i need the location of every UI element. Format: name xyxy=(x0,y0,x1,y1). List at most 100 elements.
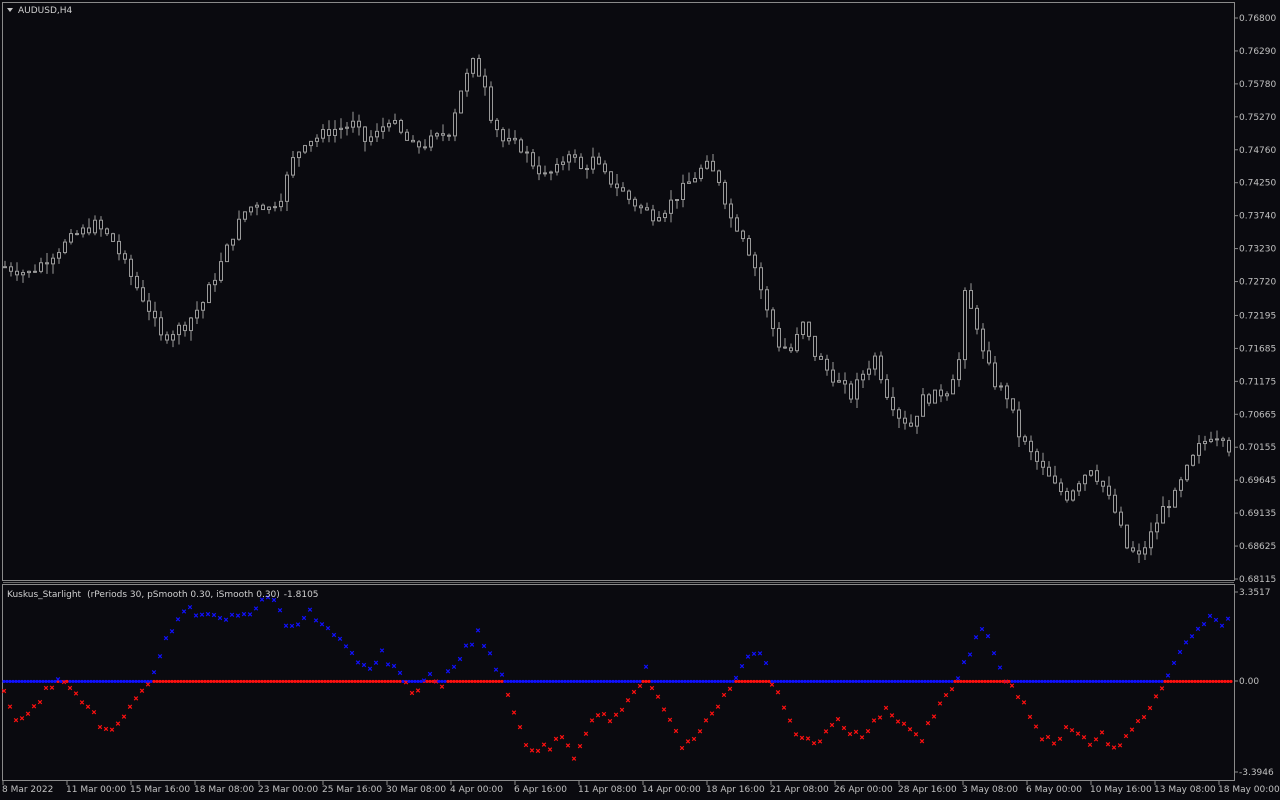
candle-body xyxy=(765,289,769,311)
indicator-zero-dot xyxy=(1013,679,1017,684)
candle-body xyxy=(219,261,223,281)
indicator-zero-dot xyxy=(884,679,888,684)
indicator-zero-dot xyxy=(89,679,93,684)
candle-body xyxy=(675,199,679,202)
time-axis-label: 28 Apr 16:00 xyxy=(898,785,957,795)
indicator-zero-dot xyxy=(596,679,600,684)
indicator-zero-dot xyxy=(1100,679,1104,684)
indicator-zero-dot xyxy=(914,679,918,684)
indicator-zero-dot xyxy=(458,679,462,684)
indicator-zero-dot xyxy=(359,679,363,684)
candle-body xyxy=(177,324,181,336)
indicator-zero-dot xyxy=(533,679,537,684)
indicator-zero-dot xyxy=(167,679,171,684)
indicator-zero-dot xyxy=(1136,679,1140,684)
indicator-zero-dot xyxy=(266,679,270,684)
time-axis-label: 10 May 16:00 xyxy=(1090,785,1152,795)
indicator-zero-dot xyxy=(899,679,903,684)
indicator-zero-dot xyxy=(893,679,897,684)
indicator-zero-dot xyxy=(848,679,852,684)
indicator-zero-dot xyxy=(371,679,375,684)
candle-body xyxy=(771,309,775,329)
indicator-zero-dot xyxy=(920,679,924,684)
indicator-zero-dot xyxy=(686,679,690,684)
indicator-zero-dot xyxy=(1064,679,1068,684)
candle-body xyxy=(417,141,421,148)
time-axis-label: 23 Mar 00:00 xyxy=(258,785,318,795)
candle-body xyxy=(117,240,121,255)
indicator-zero-dot xyxy=(635,679,639,684)
candle-body xyxy=(15,270,19,276)
candle-body xyxy=(747,238,751,256)
indicator-zero-dot xyxy=(473,679,477,684)
indicator-zero-dot xyxy=(452,679,456,684)
candle-body xyxy=(375,130,379,138)
indicator-zero-dot xyxy=(926,679,930,684)
price-axis-label: 0.71685 xyxy=(1239,344,1276,354)
indicator-zero-dot xyxy=(308,679,312,684)
candle-body xyxy=(567,154,571,163)
indicator-zero-dot xyxy=(263,679,267,684)
indicator-zero-dot xyxy=(908,679,912,684)
indicator-zero-dot xyxy=(839,679,843,684)
indicator-zero-dot xyxy=(389,679,393,684)
indicator-zero-dot xyxy=(971,679,975,684)
indicator-zero-dot xyxy=(1082,679,1086,684)
indicator-zero-dot xyxy=(41,679,45,684)
candle-body xyxy=(519,139,523,153)
indicator-zero-dot xyxy=(281,679,285,684)
indicator-zero-dot xyxy=(1193,679,1197,684)
indicator-zero-dot xyxy=(215,679,219,684)
time-axis-label: 15 Mar 16:00 xyxy=(130,785,190,795)
indicator-zero-dot xyxy=(878,679,882,684)
indicator-zero-dot xyxy=(1172,679,1176,684)
candle-body xyxy=(1161,506,1165,524)
indicator-zero-dot xyxy=(188,679,192,684)
candle-body xyxy=(549,171,553,174)
indicator-zero-dot xyxy=(368,679,372,684)
price-axis-label: 0.74760 xyxy=(1239,146,1276,156)
indicator-zero-dot xyxy=(602,679,606,684)
indicator-zero-dot xyxy=(962,679,966,684)
candle-body xyxy=(129,258,133,277)
candle-body xyxy=(141,287,145,302)
price-axis-label: 0.72195 xyxy=(1239,311,1276,321)
candle-body xyxy=(447,134,451,137)
indicator-zero-dot xyxy=(530,679,534,684)
indicator-zero-dot xyxy=(599,679,603,684)
indicator-zero-dot xyxy=(1016,679,1020,684)
indicator-zero-dot xyxy=(524,679,528,684)
candle-body xyxy=(1197,443,1201,456)
indicator-zero-dot xyxy=(95,679,99,684)
indicator-zero-dot xyxy=(1088,679,1092,684)
indicator-zero-dot xyxy=(845,679,849,684)
indicator-zero-dot xyxy=(323,679,327,684)
indicator-zero-dot xyxy=(44,679,48,684)
trading-chart[interactable]: AUDUSD,H4 Kuskus_Starlight (rPeriods 30, … xyxy=(0,0,1280,800)
candle-body xyxy=(345,126,349,129)
indicator-zero-dot xyxy=(740,679,744,684)
indicator-zero-dot xyxy=(995,679,999,684)
indicator-zero-dot xyxy=(479,679,483,684)
candle-body xyxy=(1011,398,1015,411)
time-axis-label: 18 Mar 08:00 xyxy=(194,785,254,795)
indicator-zero-dot xyxy=(191,679,195,684)
candle-body xyxy=(1185,464,1189,481)
candle-body xyxy=(927,394,931,404)
indicator-zero-dot xyxy=(1034,679,1038,684)
indicator-zero-dot xyxy=(806,679,810,684)
indicator-zero-dot xyxy=(197,679,201,684)
candle-body xyxy=(1113,494,1117,513)
price-axis-label: 0.71175 xyxy=(1239,377,1276,387)
indicator-zero-dot xyxy=(572,679,576,684)
indicator-zero-dot xyxy=(566,679,570,684)
candle-body xyxy=(441,133,445,136)
indicator-zero-dot xyxy=(1133,679,1137,684)
candle-body xyxy=(399,119,403,133)
candle-body xyxy=(201,302,205,311)
indicator-zero-dot xyxy=(923,679,927,684)
indicator-zero-dot xyxy=(779,679,783,684)
candle-body xyxy=(1077,483,1081,492)
indicator-zero-dot xyxy=(890,679,894,684)
indicator-zero-dot xyxy=(710,679,714,684)
